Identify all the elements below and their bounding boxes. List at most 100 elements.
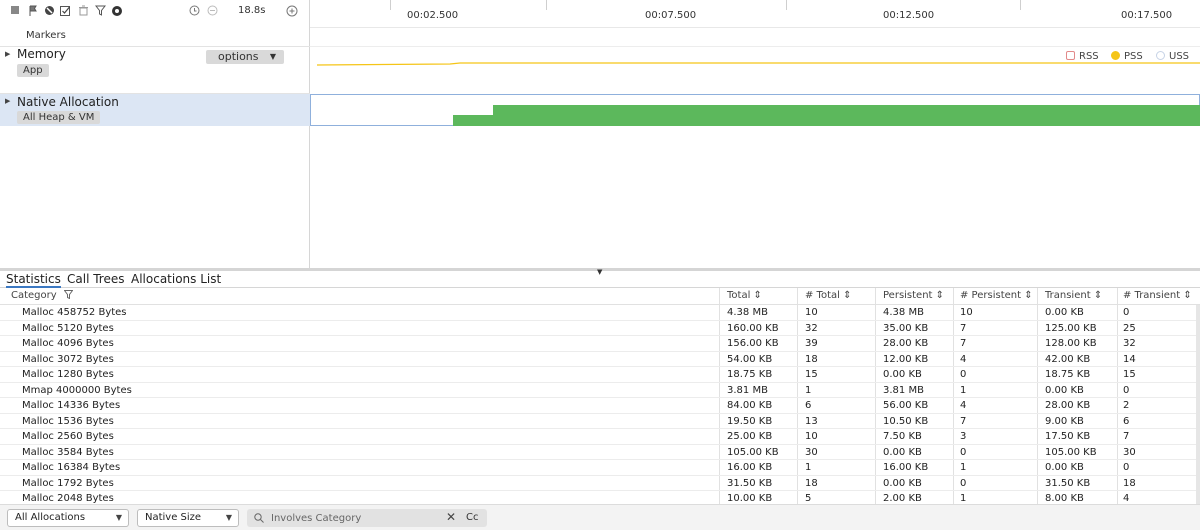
tick-line <box>1020 0 1021 10</box>
trash-icon[interactable] <box>77 5 89 17</box>
block-icon[interactable] <box>43 5 55 17</box>
value-cell: 1 <box>805 462 812 473</box>
value-cell: 3 <box>960 431 967 442</box>
time-ruler[interactable]: 00:02.500 00:07.500 00:12.500 00:17.500 <box>310 0 1200 28</box>
value-cell: 18.75 KB <box>727 369 773 380</box>
native-heap-chip[interactable]: All Heap & VM <box>17 111 101 124</box>
value-cell: 10 <box>960 307 973 318</box>
value-cell: 0 <box>1123 307 1130 318</box>
sort-icon: ⇕ <box>1093 290 1103 301</box>
expand-memory-icon[interactable]: ▶ <box>5 50 10 58</box>
filter-bar: All Allocations ▼ Native Size ▼ ✕ Cc <box>0 504 1200 530</box>
column-header-persistent[interactable]: Persistent ⇕ <box>883 290 944 301</box>
value-cell: 0 <box>960 446 967 458</box>
memory-track-label[interactable]: Memory <box>17 47 66 61</box>
sort-icon: ⇕ <box>1024 290 1033 301</box>
value-cell: 32 <box>1123 338 1136 349</box>
category-cell: Malloc 3072 Bytes <box>22 353 114 365</box>
table-row[interactable]: Malloc 4096 Bytes 156.00 KB 39 28.00 KB 7 128… <box>0 336 1196 352</box>
value-cell: 39 <box>805 338 818 349</box>
stop-icon[interactable] <box>9 5 21 17</box>
table-row[interactable]: Malloc 3584 Bytes 105.00 KB 30 0.00 KB 0 105.… <box>0 445 1196 460</box>
native-allocation-chart[interactable] <box>310 94 1200 126</box>
toolbar: 18.8s <box>0 0 310 24</box>
table-row[interactable]: Malloc 458752 Bytes 4.38 MB 10 4.38 MB 10 0.0… <box>0 305 1196 321</box>
timeline-area[interactable]: 00:02.500 00:07.500 00:12.500 00:17.500 … <box>310 0 1200 268</box>
value-cell: 125.00 KB <box>1045 322 1097 334</box>
value-cell: 4 <box>1123 493 1130 504</box>
value-cell: 18 <box>805 353 818 365</box>
value-cell: 18.75 KB <box>1045 369 1091 380</box>
table-row[interactable]: Malloc 3072 Bytes 54.00 KB 18 12.00 KB 4 42.0… <box>0 352 1196 367</box>
value-cell: 18 <box>1123 477 1136 489</box>
value-cell: 156.00 KB <box>727 338 779 349</box>
search-box: ✕ Cc <box>247 509 487 527</box>
search-input[interactable] <box>269 510 439 526</box>
value-cell: 30 <box>1123 446 1136 458</box>
table-row[interactable]: Malloc 1792 Bytes 31.50 KB 18 0.00 KB 0 31.50… <box>0 476 1196 491</box>
value-cell: 160.00 KB <box>727 322 779 334</box>
expand-native-icon[interactable]: ▶ <box>5 97 10 105</box>
value-cell: 31.50 KB <box>1045 477 1091 489</box>
memory-options-dropdown[interactable]: options ▼ <box>206 50 284 64</box>
value-cell: 10 <box>805 431 818 442</box>
record-timer-icon[interactable] <box>188 5 200 17</box>
table-row[interactable]: Malloc 5120 Bytes 160.00 KB 32 35.00 KB 7 125… <box>0 321 1196 336</box>
clear-search-icon[interactable]: ✕ <box>446 510 456 524</box>
table-row[interactable]: Mmap 4000000 Bytes 3.81 MB 1 3.81 MB 1 0.00 K… <box>0 383 1196 398</box>
value-cell: 6 <box>805 400 812 411</box>
tab-call-trees[interactable]: Call Trees <box>67 272 124 286</box>
column-header-category[interactable]: Category <box>11 290 74 301</box>
flag-icon[interactable] <box>27 5 39 17</box>
tick-label: 00:12.500 <box>883 10 935 21</box>
value-cell: 30 <box>805 446 818 458</box>
legend-uss[interactable]: USS <box>1156 51 1189 62</box>
value-cell: 10.50 KB <box>883 415 929 427</box>
size-mode-select[interactable]: Native Size ▼ <box>137 509 239 527</box>
category-cell: Malloc 458752 Bytes <box>22 307 127 318</box>
tick-line <box>546 0 547 10</box>
tab-statistics[interactable]: Statistics <box>6 272 61 288</box>
value-cell: 42.00 KB <box>1045 353 1091 365</box>
settings-icon[interactable] <box>111 5 123 17</box>
value-cell: 0.00 KB <box>883 369 922 380</box>
case-sensitive-toggle[interactable]: Cc <box>466 512 478 523</box>
zoom-in-icon[interactable] <box>286 5 298 17</box>
native-track-label[interactable]: Native Allocation <box>17 95 119 109</box>
column-header-transient-count[interactable]: # Transient ⇕ <box>1123 290 1192 301</box>
tick-label: 00:17.500 <box>1121 10 1173 21</box>
native-allocation-bar <box>493 105 1200 126</box>
legend-pss[interactable]: PSS <box>1111 51 1143 62</box>
column-header-total[interactable]: Total ⇕ <box>727 290 762 301</box>
allocation-scope-select[interactable]: All Allocations ▼ <box>7 509 129 527</box>
value-cell: 0.00 KB <box>1045 307 1084 318</box>
legend-rss[interactable]: RSS <box>1066 51 1099 62</box>
category-cell: Malloc 2560 Bytes <box>22 431 114 442</box>
column-header-persistent-count[interactable]: # Persistent ⇕ <box>960 290 1033 301</box>
value-cell: 2 <box>1123 400 1130 411</box>
column-header-total-count[interactable]: # Total ⇕ <box>805 290 852 301</box>
table-row[interactable]: Malloc 16384 Bytes 16.00 KB 1 16.00 KB 1 0.00… <box>0 460 1196 476</box>
legend-uss-label: USS <box>1169 51 1190 62</box>
zoom-out-icon[interactable] <box>206 5 218 17</box>
filter-icon[interactable] <box>94 5 106 17</box>
table-row[interactable]: Malloc 1280 Bytes 18.75 KB 15 0.00 KB 0 18.75… <box>0 367 1196 383</box>
timeline-panel: 18.8s Markers ▶ Memory App options ▼ ▶ N… <box>0 0 1200 268</box>
table-row[interactable]: Malloc 1536 Bytes 19.50 KB 13 10.50 KB 7 9.00… <box>0 414 1196 429</box>
chevron-down-icon: ▼ <box>269 52 276 61</box>
vertical-scrollbar[interactable] <box>1196 305 1200 504</box>
value-cell: 35.00 KB <box>883 322 929 334</box>
checklist-icon[interactable] <box>59 5 71 17</box>
column-header-transient[interactable]: Transient ⇕ <box>1045 290 1102 301</box>
sort-icon: ⇕ <box>935 290 945 301</box>
value-cell: 0.00 KB <box>1045 384 1084 396</box>
value-cell: 3.81 MB <box>727 384 768 396</box>
memory-app-chip[interactable]: App <box>17 64 49 77</box>
tab-allocations-list[interactable]: Allocations List <box>131 272 221 286</box>
legend-rss-label: RSS <box>1079 51 1099 62</box>
table-row[interactable]: Malloc 2560 Bytes 25.00 KB 10 7.50 KB 3 17.50… <box>0 429 1196 445</box>
value-cell: 8.00 KB <box>1045 493 1084 504</box>
filter-icon[interactable] <box>63 290 74 300</box>
size-mode-value: Native Size <box>145 512 202 523</box>
table-row[interactable]: Malloc 14336 Bytes 84.00 KB 6 56.00 KB 4 28.0… <box>0 398 1196 414</box>
